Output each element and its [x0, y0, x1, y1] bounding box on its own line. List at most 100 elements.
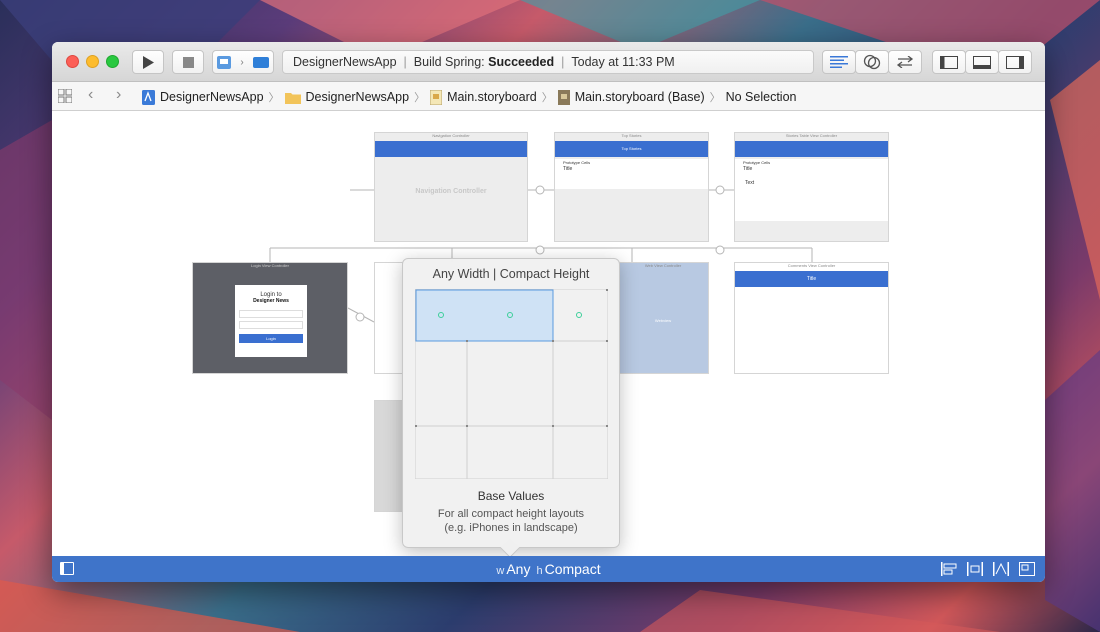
stop-icon	[182, 56, 194, 68]
zoom-window-button[interactable]	[106, 55, 119, 68]
document-outline-icon[interactable]	[60, 562, 74, 575]
scheme-chevron-icon: ›	[240, 56, 244, 68]
storyboard-canvas[interactable]: Navigation Controller Navigation Control…	[52, 112, 1045, 556]
chevron-right-icon: 〉	[541, 92, 553, 104]
status-build-label: Build Spring:	[413, 55, 485, 69]
play-icon	[143, 55, 154, 69]
scene-web-view[interactable]: Web View Controller Webview	[617, 262, 709, 374]
scene-nav-title: Top Stories	[621, 146, 642, 151]
jump-bar: ‹ › DesignerNewsApp 〉 DesignerNewsApp 〉 …	[52, 82, 1045, 111]
cell-title: Title	[563, 166, 573, 172]
breadcrumb-label: Main.storyboard (Base)	[574, 90, 705, 104]
scene-title: Stories Table View Controller	[785, 133, 838, 138]
status-time: Today at 11:33 PM	[571, 55, 675, 69]
version-editor-icon	[896, 56, 914, 68]
breadcrumb-label: Main.storyboard	[447, 90, 537, 104]
prototype-cells-label: Prototype Cells	[743, 160, 771, 165]
prototype-cell: Prototype Cells Title Text	[735, 159, 888, 221]
scene-nav-bar: Title	[735, 271, 888, 287]
related-items-icon[interactable]	[57, 88, 73, 106]
scene-login[interactable]: Login View Controller Login to Designer …	[192, 262, 348, 374]
login-password-field	[239, 321, 303, 329]
width-value: Any	[506, 561, 531, 577]
scene-navigation-controller[interactable]: Navigation Controller Navigation Control…	[374, 132, 528, 242]
status-separator: |	[561, 55, 565, 69]
status-build-result: Succeeded	[488, 55, 555, 69]
version-editor-button[interactable]	[888, 50, 922, 74]
breadcrumb: DesignerNewsApp 〉 DesignerNewsApp 〉 Main…	[142, 89, 796, 105]
breadcrumb-storyboard-base[interactable]: Main.storyboard (Base)	[557, 89, 705, 105]
popover-title: Any Width | Compact Height	[432, 267, 590, 281]
app-scheme-icon	[217, 55, 232, 69]
size-class-toggle[interactable]: w Any h Compact	[496, 561, 600, 577]
popover-base-values: Base Values	[477, 489, 545, 503]
debug-area-toggle-button[interactable]	[965, 50, 999, 74]
login-card: Login to Designer News Login	[235, 285, 307, 357]
scene-title: Comments View Controller	[787, 263, 836, 268]
chevron-right-icon: 〉	[414, 92, 426, 104]
close-window-button[interactable]	[66, 55, 79, 68]
forward-arrow-icon[interactable]: ›	[116, 86, 121, 104]
chevron-right-icon: 〉	[709, 92, 721, 104]
status-app-name: DesignerNewsApp	[293, 55, 397, 69]
size-class-grid[interactable]	[415, 289, 608, 479]
cell-text: Text	[745, 180, 755, 186]
run-button[interactable]	[132, 50, 164, 74]
right-panel-icon	[1006, 55, 1024, 69]
size-class-bar: w Any h Compact	[52, 556, 1045, 582]
scene-label: Navigation Controller	[415, 188, 487, 195]
scene-top-stories[interactable]: Top Stories Top Stories Prototype Cells …	[554, 132, 709, 242]
breadcrumb-folder[interactable]: DesignerNewsApp	[284, 89, 410, 105]
popover-desc-line: For all compact height layouts	[437, 508, 585, 520]
login-button: Login	[239, 334, 303, 343]
prototype-cells-label: Prototype Cells	[563, 160, 591, 165]
scene-nav-bar	[375, 141, 527, 157]
scheme-selector[interactable]: ›	[212, 50, 274, 74]
scene-label: Webview	[654, 318, 672, 323]
breadcrumb-storyboard[interactable]: Main.storyboard	[430, 89, 537, 105]
scene-nav-title: Title	[806, 276, 817, 282]
device-icon	[252, 57, 269, 68]
resolve-auto-layout-icon[interactable]	[993, 562, 1009, 579]
chevron-right-icon: 〉	[268, 92, 280, 104]
popover-desc-line: (e.g. iPhones in landscape)	[444, 522, 578, 534]
scene-nav-bar	[735, 141, 888, 157]
activity-status: DesignerNewsApp | Build Spring: Succeede…	[282, 50, 814, 74]
utilities-toggle-button[interactable]	[998, 50, 1032, 74]
assistant-editor-button[interactable]	[855, 50, 889, 74]
standard-editor-button[interactable]	[822, 50, 856, 74]
left-panel-icon	[940, 55, 958, 69]
resizing-behavior-icon[interactable]	[1019, 562, 1035, 579]
align-icon[interactable]	[941, 562, 957, 579]
height-prefix: h	[536, 565, 543, 577]
project-file-icon	[142, 89, 155, 105]
toolbar: › DesignerNewsApp | Build Spring: Succee…	[52, 42, 1045, 82]
status-separator: |	[403, 55, 407, 69]
popover-description: For all compact height layouts (e.g. iPh…	[403, 507, 619, 535]
scene-title: Login View Controller	[251, 263, 289, 268]
breadcrumb-project[interactable]: DesignerNewsApp	[142, 89, 264, 105]
scene-title: Navigation Controller	[432, 133, 470, 138]
login-email-field	[239, 310, 303, 318]
stop-button[interactable]	[172, 50, 204, 74]
breadcrumb-label: No Selection	[725, 90, 797, 104]
scene-partial-lower[interactable]	[374, 400, 404, 512]
scene-comments[interactable]: Comments View Controller Title	[734, 262, 889, 374]
storyboard-file-icon	[430, 89, 443, 105]
scene-partial[interactable]	[374, 262, 404, 374]
navigator-toggle-button[interactable]	[932, 50, 966, 74]
folder-icon	[284, 92, 301, 104]
prototype-cell: Prototype Cells Title	[555, 159, 708, 189]
minimize-window-button[interactable]	[86, 55, 99, 68]
assistant-editor-icon	[863, 54, 881, 70]
breadcrumb-label: DesignerNewsApp	[160, 90, 264, 104]
scene-title: Top Stories	[621, 133, 642, 138]
breadcrumb-selection[interactable]: No Selection	[726, 89, 797, 105]
height-value: Compact	[544, 561, 601, 577]
back-arrow-icon[interactable]: ‹	[88, 86, 93, 104]
scene-nav-bar: Top Stories	[555, 141, 708, 157]
pin-icon[interactable]	[967, 562, 983, 579]
login-subheading: Designer News	[253, 298, 289, 304]
scene-stories-table[interactable]: Stories Table View Controller Prototype …	[734, 132, 889, 242]
breadcrumb-label: DesignerNewsApp	[305, 90, 410, 104]
